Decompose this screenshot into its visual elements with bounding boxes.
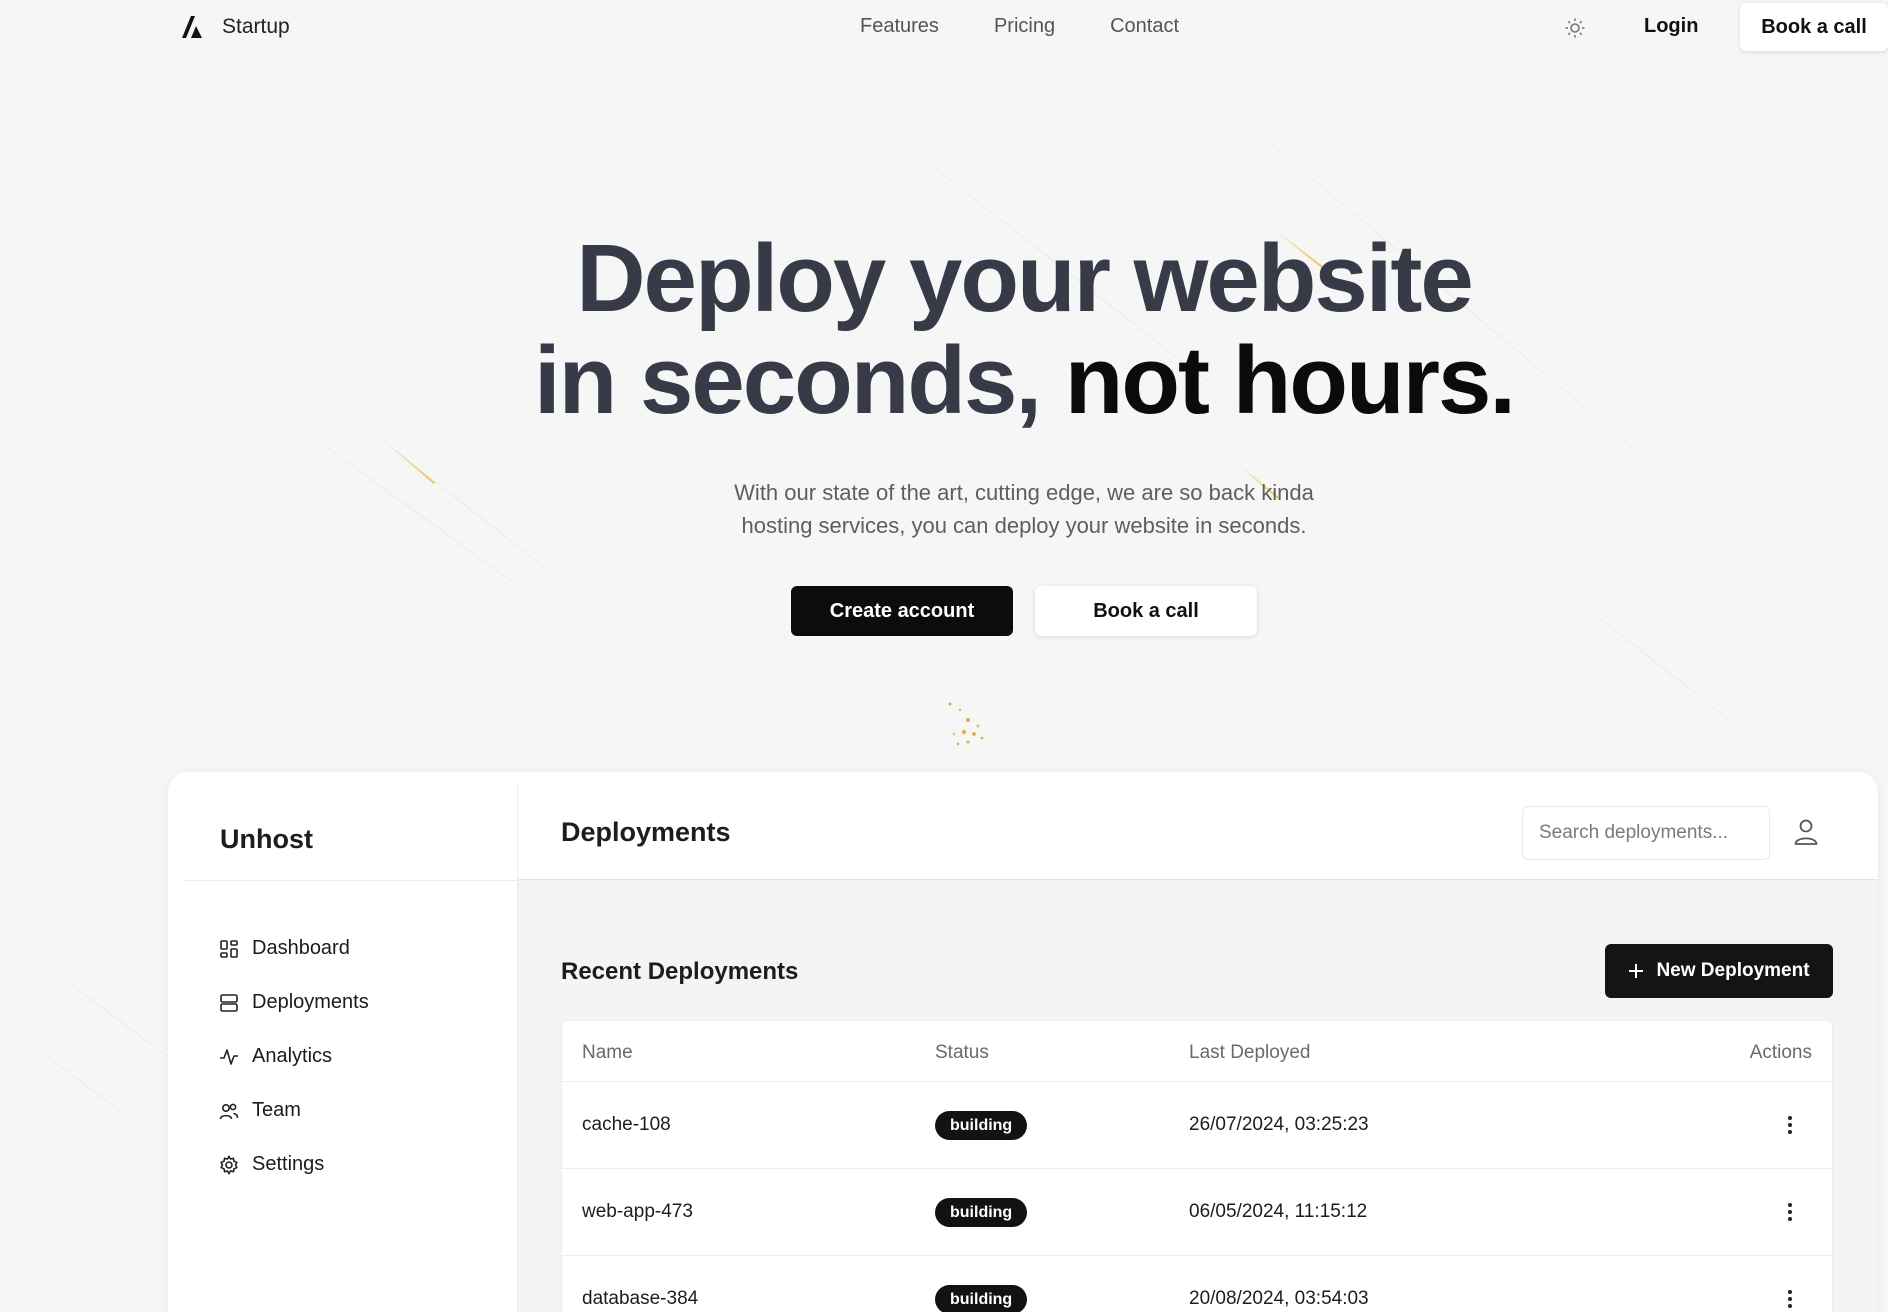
sidebar-item-deployments[interactable]: Deployments	[218, 991, 369, 1014]
sidebar-item-dashboard[interactable]: Dashboard	[218, 937, 369, 960]
sidebar-item-label: Dashboard	[252, 937, 350, 959]
app-brand: Unhost	[220, 824, 313, 854]
table-row[interactable]: database-384 building 20/08/2024, 03:54:…	[562, 1256, 1832, 1312]
new-deployment-label: New Deployment	[1656, 960, 1810, 981]
last-deployed: 26/07/2024, 03:25:23	[1189, 1114, 1369, 1135]
activity-icon	[218, 1046, 240, 1068]
sidebar-item-label: Deployments	[252, 991, 369, 1013]
last-deployed: 20/08/2024, 03:54:03	[1189, 1288, 1369, 1309]
hero-title: Deploy your website in seconds, not hour…	[0, 228, 1888, 432]
nav-link-pricing[interactable]: Pricing	[994, 15, 1055, 38]
sidebar-item-settings[interactable]: Settings	[218, 1153, 369, 1176]
sidebar-divider	[184, 880, 518, 881]
top-navbar: Startup Features Pricing Contact Login B…	[0, 0, 1888, 54]
column-header-last-deployed: Last Deployed	[1189, 1042, 1311, 1063]
brand-name: Startup	[222, 15, 290, 38]
table-row[interactable]: cache-108 building 26/07/2024, 03:25:23	[562, 1082, 1832, 1169]
login-button[interactable]: Login	[1644, 15, 1698, 38]
hero-title-line-2-start: in seconds,	[533, 327, 1042, 434]
brand[interactable]: Startup	[180, 14, 290, 40]
sidebar-nav: Dashboard Deployments Analytics Team Set…	[218, 937, 369, 1176]
gear-icon	[218, 1154, 240, 1176]
sparkle-decoration-icon	[948, 702, 984, 746]
create-account-button[interactable]: Create account	[791, 586, 1013, 636]
more-actions-icon[interactable]	[1778, 1110, 1802, 1140]
sidebar-item-label: Settings	[252, 1153, 325, 1175]
app-main: Deployments Recent Deployments New Deplo…	[518, 784, 1878, 1312]
status-badge: building	[935, 1285, 1028, 1312]
sidebar-item-analytics[interactable]: Analytics	[218, 1045, 369, 1068]
user-icon[interactable]	[1790, 816, 1822, 848]
status-badge: building	[935, 1111, 1028, 1140]
nav-links: Features Pricing Contact	[860, 15, 1179, 38]
hero-title-line-1: Deploy your website	[576, 225, 1474, 332]
hero-subtitle-line-1: With our state of the art, cutting edge,…	[734, 480, 1314, 505]
deployment-name: web-app-473	[582, 1201, 693, 1222]
server-icon	[218, 992, 240, 1014]
column-header-status: Status	[935, 1042, 989, 1063]
hero-cta-group: Create account Book a call	[791, 586, 1257, 636]
nav-link-contact[interactable]: Contact	[1110, 15, 1179, 38]
column-header-name: Name	[582, 1042, 633, 1063]
deployments-table: Name Status Last Deployed Actions cache-…	[561, 1020, 1833, 1312]
status-badge: building	[935, 1198, 1028, 1227]
table-row[interactable]: web-app-473 building 06/05/2024, 11:15:1…	[562, 1169, 1832, 1256]
nav-link-features[interactable]: Features	[860, 15, 939, 38]
hero-book-call-button[interactable]: Book a call	[1035, 586, 1257, 636]
last-deployed: 06/05/2024, 11:15:12	[1189, 1201, 1368, 1222]
new-deployment-button[interactable]: New Deployment	[1605, 944, 1833, 998]
app-sidebar: Unhost Dashboard Deployments Analytics T…	[168, 784, 518, 1312]
plus-icon	[1629, 964, 1644, 978]
hero-subtitle-line-2: hosting services, you can deploy your we…	[741, 513, 1307, 538]
dashboard-icon	[218, 938, 240, 960]
brand-logo-icon	[182, 16, 202, 38]
sidebar-item-label: Team	[252, 1099, 301, 1121]
app-preview: Unhost Dashboard Deployments Analytics T…	[168, 772, 1878, 1312]
main-header: Deployments	[518, 784, 1878, 880]
column-header-actions: Actions	[1749, 1042, 1812, 1063]
more-actions-icon[interactable]	[1778, 1197, 1802, 1227]
hero-subtitle: With our state of the art, cutting edge,…	[0, 476, 1888, 542]
sidebar-item-label: Analytics	[252, 1045, 333, 1067]
sidebar-item-team[interactable]: Team	[218, 1099, 369, 1122]
deployment-name: database-384	[582, 1288, 699, 1309]
users-icon	[218, 1100, 240, 1122]
table-header: Name Status Last Deployed Actions	[562, 1021, 1832, 1082]
nav-book-call-button[interactable]: Book a call	[1740, 3, 1888, 51]
theme-toggle-sun-icon[interactable]	[1561, 14, 1589, 42]
search-input[interactable]	[1522, 806, 1770, 860]
page-title: Deployments	[561, 817, 731, 847]
deployment-name: cache-108	[582, 1114, 671, 1135]
section-title: Recent Deployments	[561, 958, 799, 985]
hero-title-emphasis: not hours.	[1064, 327, 1516, 434]
hero-title-line-2: in seconds, not hours.	[0, 330, 1888, 432]
more-actions-icon[interactable]	[1778, 1284, 1802, 1312]
